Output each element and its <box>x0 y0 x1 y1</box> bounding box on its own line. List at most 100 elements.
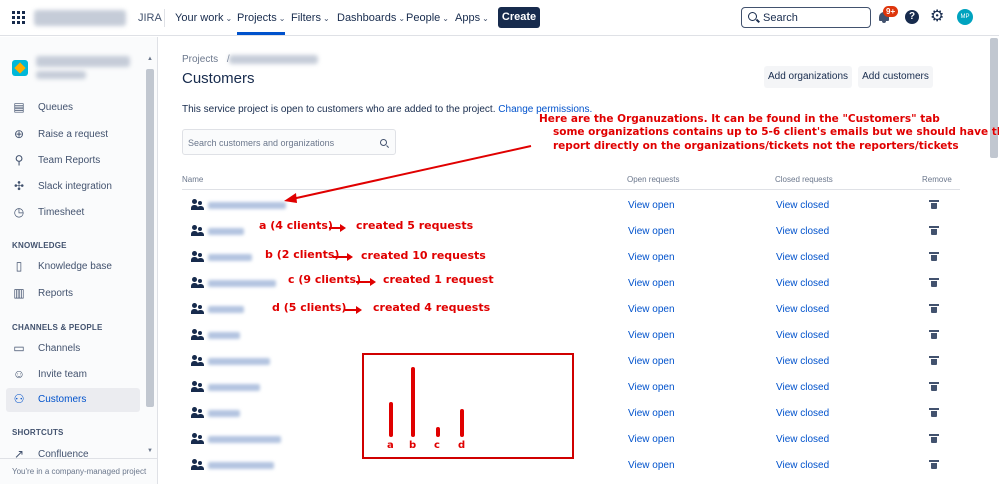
project-type <box>36 71 86 79</box>
trash-icon[interactable] <box>929 408 939 417</box>
view-open-link[interactable]: View open <box>628 408 675 419</box>
timesheet-icon: ◷ <box>13 205 25 219</box>
view-closed-link[interactable]: View closed <box>776 434 829 445</box>
view-closed-link[interactable]: View closed <box>776 226 829 237</box>
company-logo[interactable] <box>34 10 126 26</box>
annotation-requests-c: created 1 request <box>383 273 494 286</box>
table-row: View open View closed <box>182 192 960 218</box>
sidebar-item-slack[interactable]: ✣ Slack integration <box>6 175 140 199</box>
trash-icon[interactable] <box>929 460 939 469</box>
nav-filters[interactable]: Filters ⌄ <box>291 12 330 24</box>
sidebar-item-customers[interactable]: ⚇ Customers <box>6 388 140 412</box>
trash-icon[interactable] <box>929 252 939 261</box>
trash-icon[interactable] <box>929 278 939 287</box>
main-scrollbar[interactable] <box>990 38 998 158</box>
nav-your-work[interactable]: Your work ⌄ <box>175 12 232 24</box>
nav-apps[interactable]: Apps ⌄ <box>455 12 489 24</box>
view-closed-link[interactable]: View closed <box>776 330 829 341</box>
trash-icon[interactable] <box>929 200 939 209</box>
table-row: View open View closed <box>182 322 960 348</box>
chevron-down-icon: ⌄ <box>482 14 489 23</box>
view-open-link[interactable]: View open <box>628 200 675 211</box>
view-open-link[interactable]: View open <box>628 252 675 263</box>
nav-dashboards[interactable]: Dashboards ⌄ <box>337 12 405 24</box>
sidebar-item-queues[interactable]: ▤ Queues <box>6 96 140 120</box>
organization-name[interactable] <box>208 358 270 365</box>
trash-icon[interactable] <box>929 382 939 391</box>
annotation-arrow-d <box>345 306 362 314</box>
view-closed-link[interactable]: View closed <box>776 278 829 289</box>
organization-name[interactable] <box>208 462 274 469</box>
view-open-link[interactable]: View open <box>628 226 675 237</box>
global-search-input[interactable]: Search <box>741 7 871 28</box>
view-closed-link[interactable]: View closed <box>776 382 829 393</box>
view-open-link[interactable]: View open <box>628 382 675 393</box>
app-switcher-icon[interactable] <box>12 11 25 24</box>
organization-name[interactable] <box>208 254 252 261</box>
sidebar-item-reports[interactable]: ▥ Reports <box>6 282 140 306</box>
trash-icon[interactable] <box>929 434 939 443</box>
view-closed-link[interactable]: View closed <box>776 200 829 211</box>
organization-name[interactable] <box>208 228 244 235</box>
sidebar-item-timesheet[interactable]: ◷ Timesheet <box>6 201 140 225</box>
annotation-requests-d: created 4 requests <box>373 301 491 314</box>
view-open-link[interactable]: View open <box>628 460 675 471</box>
trash-icon[interactable] <box>929 330 939 339</box>
annotation-org-b: b (2 clients) <box>265 248 340 261</box>
scroll-down-icon[interactable]: ▼ <box>147 448 153 454</box>
view-closed-link[interactable]: View closed <box>776 304 829 315</box>
organization-name[interactable] <box>208 306 244 313</box>
trash-icon[interactable] <box>929 356 939 365</box>
sidebar-item-knowledge-base[interactable]: ▯ Knowledge base <box>6 255 140 279</box>
sidebar-item-label: Timesheet <box>38 207 85 218</box>
view-closed-link[interactable]: View closed <box>776 356 829 367</box>
view-open-link[interactable]: View open <box>628 304 675 315</box>
gear-icon[interactable]: ⚙ <box>930 9 944 25</box>
chevron-down-icon: ⌄ <box>278 14 286 23</box>
add-organizations-button[interactable]: Add organizations <box>764 66 852 88</box>
project-name[interactable] <box>36 56 130 67</box>
avatar[interactable]: MP <box>957 9 973 25</box>
help-icon[interactable]: ? <box>905 10 919 24</box>
annotation-requests-b: created 10 requests <box>361 249 486 262</box>
breadcrumb-projects[interactable]: Projects <box>182 54 218 65</box>
annotation-arrow-a <box>329 224 346 232</box>
organization-name[interactable] <box>208 332 240 339</box>
view-open-link[interactable]: View open <box>628 278 675 289</box>
view-closed-link[interactable]: View closed <box>776 252 829 263</box>
slack-icon: ✣ <box>13 179 25 193</box>
organization-name[interactable] <box>208 384 260 391</box>
book-icon: ▯ <box>15 259 23 273</box>
trash-icon[interactable] <box>929 226 939 235</box>
sidebar-scrollbar[interactable] <box>146 69 154 407</box>
scroll-up-icon[interactable]: ▲ <box>147 56 153 62</box>
organization-icon <box>191 277 205 288</box>
organization-name[interactable] <box>208 410 240 417</box>
nav-projects[interactable]: Projects ⌄ <box>237 12 286 35</box>
view-open-link[interactable]: View open <box>628 434 675 445</box>
project-avatar-icon[interactable] <box>12 60 28 76</box>
organization-name[interactable] <box>208 202 286 209</box>
sidebar-item-team-reports[interactable]: ⚲ Team Reports <box>6 149 140 173</box>
view-closed-link[interactable]: View closed <box>776 460 829 471</box>
trash-icon[interactable] <box>929 304 939 313</box>
sidebar-item-channels[interactable]: ▭ Channels <box>6 337 140 361</box>
sidebar-item-label: Queues <box>38 102 74 113</box>
organization-name[interactable] <box>208 436 281 443</box>
view-open-link[interactable]: View open <box>628 330 675 341</box>
organization-icon <box>191 251 205 262</box>
add-customers-button[interactable]: Add customers <box>858 66 933 88</box>
sidebar-item-invite-team[interactable]: ☺ Invite team <box>6 363 140 387</box>
view-open-link[interactable]: View open <box>628 356 675 367</box>
breadcrumb-project[interactable] <box>229 55 318 64</box>
organization-name[interactable] <box>208 280 276 287</box>
customer-search-input[interactable]: Search customers and organizations <box>182 129 396 155</box>
sketch-bar-a <box>389 402 393 437</box>
sketch-bar-label-c: c <box>434 440 440 451</box>
monitor-icon: ▭ <box>13 341 25 355</box>
sketch-bar-chart: a b c d <box>362 353 574 459</box>
view-closed-link[interactable]: View closed <box>776 408 829 419</box>
create-button[interactable]: Create <box>498 7 540 28</box>
nav-people[interactable]: People ⌄ <box>406 12 449 24</box>
sidebar-item-raise-request[interactable]: ⊕ Raise a request <box>6 123 140 147</box>
